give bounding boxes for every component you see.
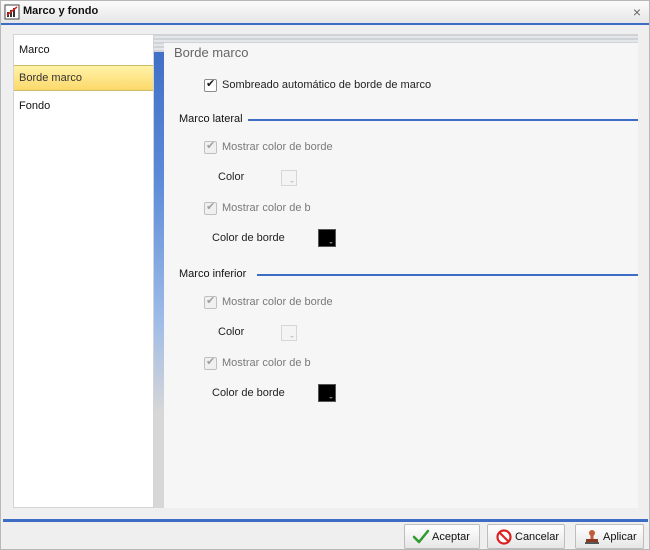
section-marco-inferior: Marco inferior [179, 268, 638, 282]
inferior-color-picker[interactable] [281, 325, 297, 341]
title-divider [1, 23, 649, 25]
inferior-show-color-checkbox[interactable] [204, 294, 217, 309]
inferior-border-color-label: Color de borde [212, 387, 285, 399]
cancel-button-label: Cancelar [515, 531, 560, 543]
dialog: Marco y fondo × Marco Borde marco Fondo … [0, 0, 650, 550]
section-divider [248, 119, 638, 121]
stamp-icon [583, 528, 601, 546]
accent-stripe [154, 34, 164, 508]
inferior-border-color-picker[interactable] [318, 384, 336, 402]
settings-panel: Borde marco Sombreado automático de bord… [164, 43, 638, 508]
ok-button[interactable]: Aceptar [404, 524, 480, 549]
lateral-show-border-color-checkbox[interactable] [204, 200, 217, 215]
inferior-show-color-label: Mostrar color de borde [222, 296, 333, 308]
cancel-button[interactable]: Cancelar [487, 524, 565, 549]
auto-shadow-label: Sombreado automático de borde de marco [222, 79, 432, 91]
sidebar-nav: Marco Borde marco Fondo [13, 34, 154, 508]
lateral-show-color-checkbox[interactable] [204, 139, 217, 154]
apply-button[interactable]: Aplicar [575, 524, 644, 549]
inferior-show-border-color-label: Mostrar color de b [222, 357, 311, 369]
lateral-border-color-label: Color de borde [212, 232, 285, 244]
lateral-border-color-picker[interactable] [318, 229, 336, 247]
sidebar-item-marco[interactable]: Marco [14, 38, 153, 64]
section-marco-lateral: Marco lateral [179, 113, 638, 127]
lateral-color-picker[interactable] [281, 170, 297, 186]
lateral-show-color-label: Mostrar color de borde [222, 141, 333, 153]
window-title: Marco y fondo [23, 5, 99, 17]
footer-divider [3, 519, 648, 522]
section-title: Marco inferior [179, 268, 247, 280]
title-bar: Marco y fondo × [1, 1, 649, 23]
section-title: Marco lateral [179, 113, 243, 125]
prohibited-icon [495, 528, 513, 546]
lateral-show-border-color-label: Mostrar color de b [222, 202, 311, 214]
apply-button-label: Aplicar [603, 531, 637, 543]
section-divider [257, 274, 638, 276]
close-icon[interactable]: × [631, 5, 643, 19]
inferior-color-label: Color [218, 326, 245, 338]
checkmark-icon [412, 528, 430, 546]
sidebar-item-fondo[interactable]: Fondo [14, 94, 153, 120]
sidebar-item-borde-marco[interactable]: Borde marco [14, 65, 153, 91]
panel-title: Borde marco [174, 45, 249, 60]
lateral-color-label: Color [218, 171, 245, 183]
auto-shadow-checkbox[interactable] [204, 77, 217, 92]
inferior-show-border-color-checkbox[interactable] [204, 355, 217, 370]
ok-button-label: Aceptar [432, 531, 470, 543]
chart-frame-icon [4, 4, 20, 20]
